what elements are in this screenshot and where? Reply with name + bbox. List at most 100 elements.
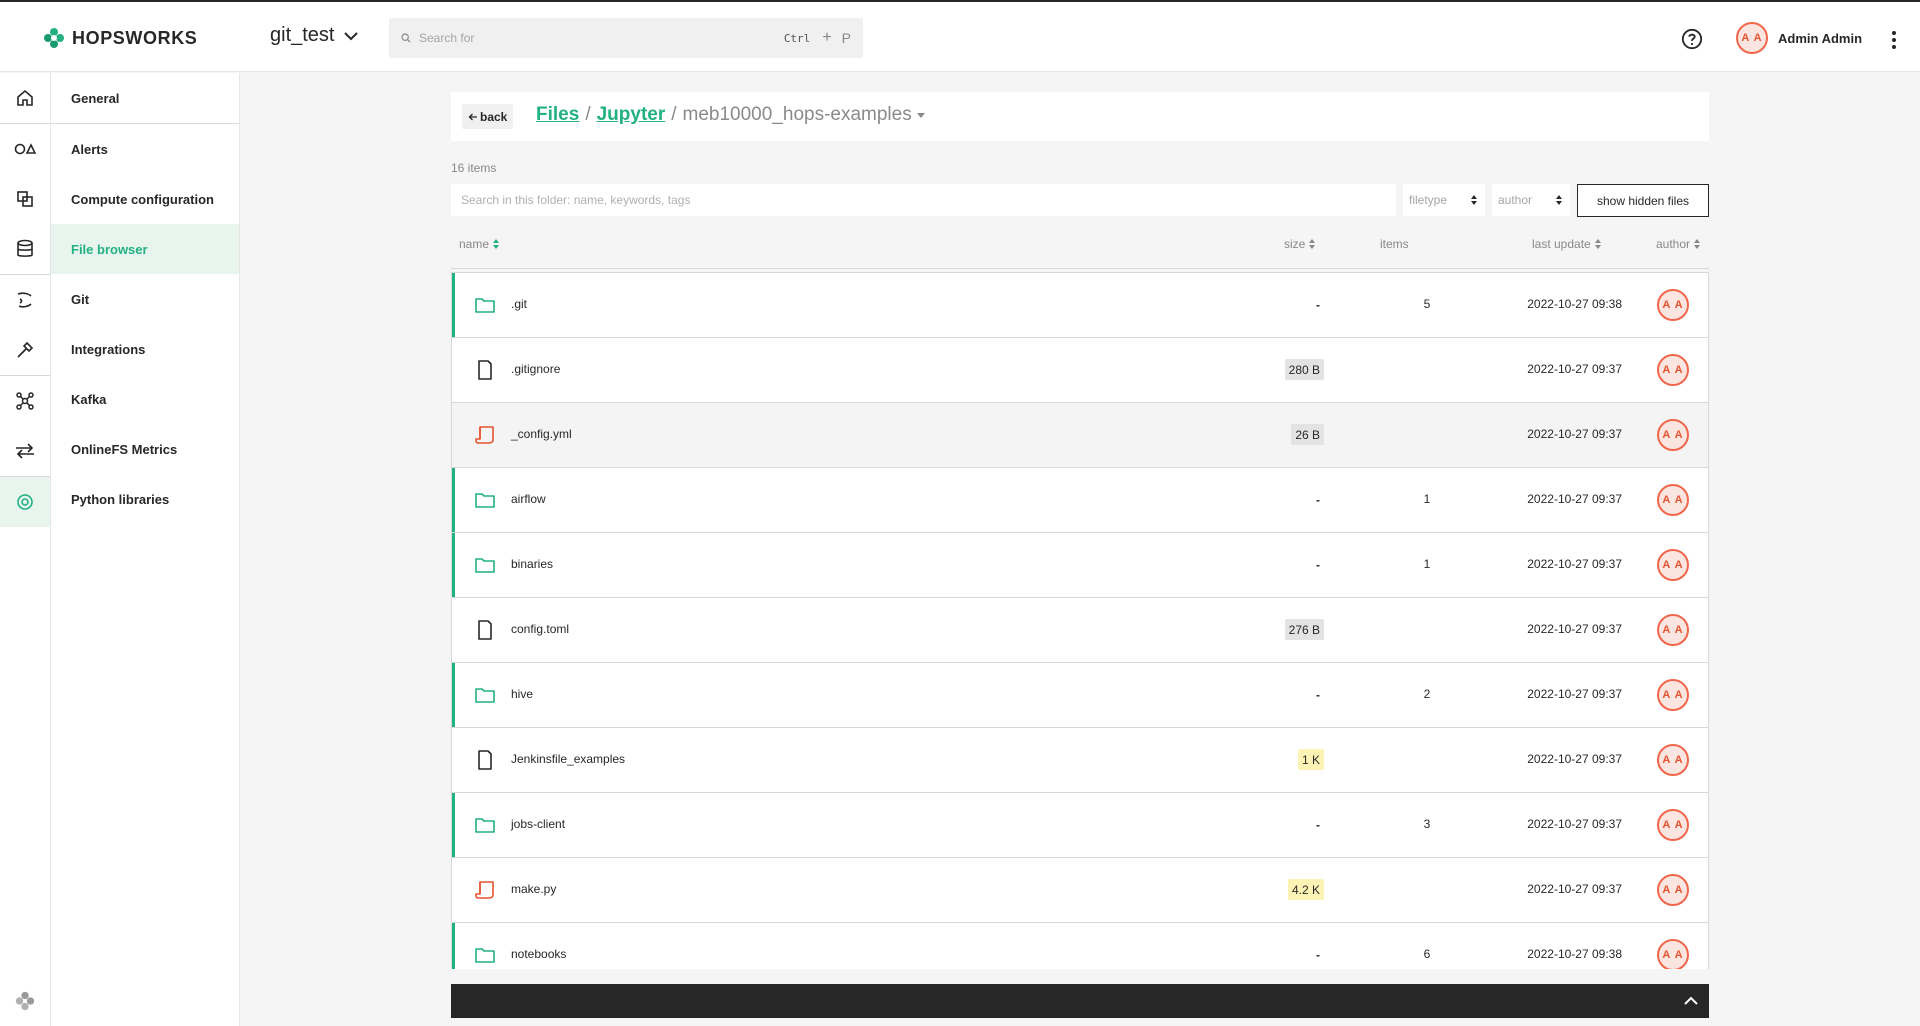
table-row[interactable]: .git - 5 2022-10-27 09:38 A A (452, 273, 1708, 338)
sidebar-item-label: Alerts (71, 141, 108, 157)
author-avatar[interactable]: A A (1657, 484, 1689, 516)
column-header-label: last update (1532, 237, 1591, 251)
file-name[interactable]: .gitignore (511, 362, 560, 376)
file-size: - (1316, 557, 1320, 572)
column-header-author[interactable]: author (1656, 237, 1701, 251)
folder-icon (474, 684, 496, 706)
rail-compute[interactable] (0, 174, 50, 224)
folder-search-input[interactable] (451, 184, 1396, 216)
author-avatar[interactable]: A A (1657, 419, 1689, 451)
column-header-name[interactable]: name (459, 237, 500, 251)
file-name[interactable]: notebooks (511, 947, 566, 961)
table-row[interactable]: notebooks - 6 2022-10-27 09:38 A A (452, 923, 1708, 969)
rail-database[interactable] (0, 224, 50, 274)
author-avatar[interactable]: A A (1657, 809, 1689, 841)
file-name[interactable]: airflow (511, 492, 546, 506)
user-name: Admin Admin (1778, 30, 1863, 46)
show-hidden-files-button[interactable]: show hidden files (1577, 184, 1709, 217)
sidebar-item-alerts[interactable]: Alerts (51, 124, 239, 174)
file-name[interactable]: Jenkinsfile_examples (511, 752, 625, 766)
sidebar-item-onlinefs-metrics[interactable]: OnlineFS Metrics (51, 424, 239, 474)
script-file-icon (474, 879, 496, 901)
sidebar-item-python-libraries[interactable]: Python libraries (51, 474, 239, 524)
project-selector[interactable]: git_test (270, 24, 359, 47)
author-avatar[interactable]: A A (1657, 744, 1689, 776)
sidebar-item-integrations[interactable]: Integrations (51, 324, 239, 374)
table-row[interactable]: make.py 4.2 K 2022-10-27 09:37 A A (452, 858, 1708, 923)
sidebar-item-kafka[interactable]: Kafka (51, 374, 239, 424)
hopsworks-logo[interactable]: HOPSWORKS (42, 26, 197, 50)
sidebar-item-file-browser[interactable]: File browser (51, 224, 239, 274)
file-name[interactable]: .git (511, 297, 527, 311)
file-name[interactable]: make.py (511, 882, 556, 896)
author-avatar[interactable]: A A (1657, 289, 1689, 321)
table-row[interactable]: jobs-client - 3 2022-10-27 09:37 A A (452, 793, 1708, 858)
help-icon[interactable] (1681, 28, 1703, 50)
rail-kafka[interactable] (0, 376, 50, 426)
file-items-count: 2 (1423, 687, 1431, 701)
file-name[interactable]: binaries (511, 557, 553, 571)
caret-down-icon[interactable] (916, 112, 925, 118)
column-header-label: items (1380, 237, 1409, 251)
column-header-size[interactable]: size (1284, 237, 1316, 251)
shortcut-ctrl: Ctrl (783, 31, 811, 45)
author-avatar[interactable]: A A (1657, 549, 1689, 581)
rail-settings[interactable] (0, 477, 50, 527)
filetype-select[interactable]: filetype (1403, 184, 1485, 216)
author-avatar[interactable]: A A (1657, 354, 1689, 386)
user-menu[interactable]: A A Admin Admin (1736, 22, 1862, 54)
author-select[interactable]: author (1492, 184, 1570, 216)
file-name[interactable]: config.toml (511, 622, 569, 636)
table-row[interactable]: hive - 2 2022-10-27 09:37 A A (452, 663, 1708, 728)
folder-icon (474, 814, 496, 836)
more-options-icon[interactable] (1884, 26, 1904, 54)
table-row[interactable]: airflow - 1 2022-10-27 09:37 A A (452, 468, 1708, 533)
sidebar-item-general[interactable]: General (51, 73, 239, 123)
back-button[interactable]: back (462, 104, 514, 129)
rail-home[interactable] (0, 73, 50, 123)
rail-git[interactable] (0, 275, 50, 325)
file-name[interactable]: hive (511, 687, 533, 701)
file-last-update: 2022-10-27 09:37 (1527, 622, 1622, 636)
sidebar-item-label: File browser (71, 241, 148, 257)
rail-transfer[interactable] (0, 426, 50, 476)
bottom-panel-bar (451, 984, 1709, 1018)
rail-alerts[interactable] (0, 124, 50, 174)
file-size: 26 B (1291, 424, 1324, 445)
sidebar-item-compute-configuration[interactable]: Compute configuration (51, 174, 239, 224)
table-row[interactable]: config.toml 276 B 2022-10-27 09:37 A A (452, 598, 1708, 663)
compute-icon (17, 191, 33, 207)
sidebar-item-git[interactable]: Git (51, 274, 239, 324)
user-avatar: A A (1736, 22, 1768, 54)
file-name[interactable]: jobs-client (511, 817, 565, 831)
column-header-label: author (1656, 237, 1691, 251)
author-avatar[interactable]: A A (1657, 679, 1689, 711)
rail-integrations[interactable] (0, 325, 50, 375)
item-count: 16 items (451, 161, 497, 175)
breadcrumb-current-folder[interactable]: meb10000_hops-examples (683, 104, 912, 126)
table-row[interactable]: .gitignore 280 B 2022-10-27 09:37 A A (452, 338, 1708, 403)
file-last-update: 2022-10-27 09:37 (1527, 687, 1622, 701)
project-name: git_test (270, 24, 335, 46)
author-select-label: author (1498, 193, 1533, 207)
file-last-update: 2022-10-27 09:37 (1527, 492, 1622, 506)
chevron-up-icon[interactable] (1683, 993, 1699, 1009)
column-header-items: items (1380, 237, 1409, 251)
file-icon (474, 359, 496, 381)
breadcrumb-files[interactable]: Files (536, 104, 579, 126)
author-avatar[interactable]: A A (1657, 874, 1689, 906)
author-avatar[interactable]: A A (1657, 939, 1689, 969)
breadcrumb-jupyter[interactable]: Jupyter (597, 104, 666, 126)
table-row[interactable]: binaries - 1 2022-10-27 09:37 A A (452, 533, 1708, 598)
file-last-update: 2022-10-27 09:37 (1527, 362, 1622, 376)
file-name[interactable]: _config.yml (511, 427, 572, 441)
transfer-icon (16, 443, 34, 459)
table-row[interactable]: _config.yml 26 B 2022-10-27 09:37 A A (452, 403, 1708, 468)
global-search-input[interactable] (419, 31, 784, 45)
column-header-last-update[interactable]: last update (1532, 237, 1601, 251)
global-search[interactable]: Ctrl + P (389, 18, 863, 58)
sidebar-item-label: Git (71, 291, 90, 307)
chevron-down-icon (344, 31, 359, 40)
author-avatar[interactable]: A A (1657, 614, 1689, 646)
table-row[interactable]: Jenkinsfile_examples 1 K 2022-10-27 09:37 A… (452, 728, 1708, 793)
